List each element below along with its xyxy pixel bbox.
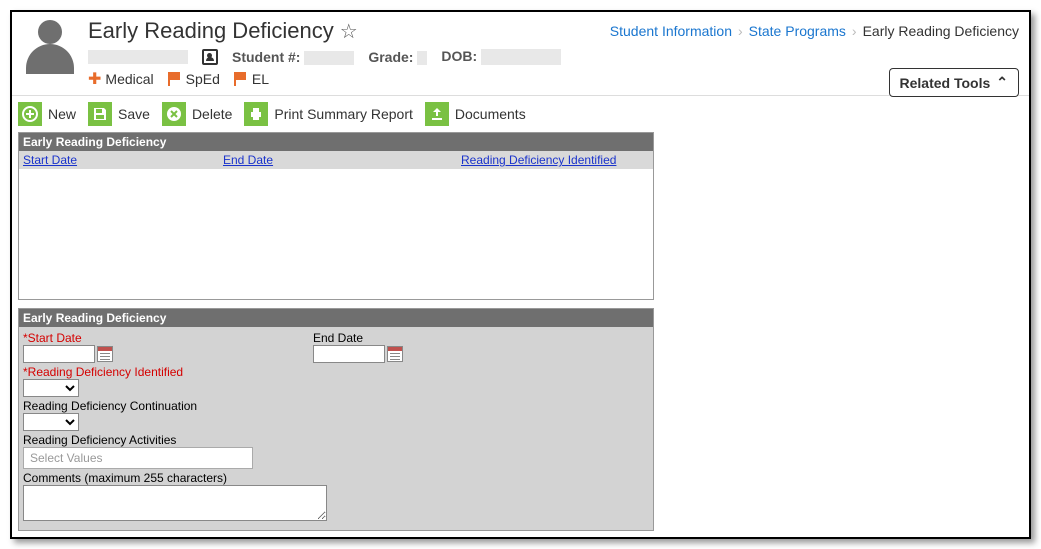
chevron-up-icon: ⌃ bbox=[996, 74, 1008, 91]
field-end-date: End Date bbox=[313, 331, 403, 363]
end-date-input[interactable] bbox=[313, 345, 385, 363]
form-panel: Early Reading Deficiency *Start Date End… bbox=[18, 308, 654, 531]
print-summary-button[interactable]: Print Summary Report bbox=[244, 102, 412, 126]
flag-medical[interactable]: ✚ Medical bbox=[88, 69, 154, 89]
student-info-row: Student #: Grade: DOB: bbox=[88, 48, 1019, 65]
flag-medical-label: Medical bbox=[105, 71, 153, 87]
form-panel-title: Early Reading Deficiency bbox=[19, 309, 653, 327]
page-title-text: Early Reading Deficiency bbox=[88, 18, 334, 44]
field-reading-deficiency-identified: *Reading Deficiency Identified bbox=[23, 365, 649, 397]
flag-icon bbox=[234, 72, 248, 86]
save-button[interactable]: Save bbox=[88, 102, 150, 126]
breadcrumb-current: Early Reading Deficiency bbox=[863, 23, 1019, 39]
documents-label: Documents bbox=[455, 106, 526, 122]
upload-icon bbox=[425, 102, 449, 126]
field-comments: Comments (maximum 255 characters) bbox=[23, 471, 649, 524]
toolbar: New Save Delete Print Summary Report Doc… bbox=[12, 96, 1029, 132]
grade-redacted bbox=[417, 51, 427, 65]
flag-el-label: EL bbox=[252, 71, 269, 87]
delete-icon bbox=[162, 102, 186, 126]
save-label: Save bbox=[118, 106, 150, 122]
avatar bbox=[22, 18, 78, 74]
activities-multiselect[interactable]: Select Values bbox=[23, 447, 253, 469]
col-reading-deficiency-identified[interactable]: Reading Deficiency Identified bbox=[457, 151, 653, 169]
plus-icon bbox=[18, 102, 42, 126]
new-label: New bbox=[48, 106, 76, 122]
save-icon bbox=[88, 102, 112, 126]
continuation-select[interactable] bbox=[23, 413, 79, 431]
continuation-label: Reading Deficiency Continuation bbox=[23, 399, 649, 413]
flag-sped[interactable]: SpEd bbox=[168, 71, 220, 87]
start-date-label: *Start Date bbox=[23, 331, 113, 345]
delete-label: Delete bbox=[192, 106, 232, 122]
grade-label: Grade: bbox=[368, 49, 413, 65]
field-start-date: *Start Date bbox=[23, 331, 113, 363]
dob-redacted bbox=[481, 49, 561, 65]
flag-sped-label: SpEd bbox=[186, 71, 220, 87]
chevron-right-icon: › bbox=[850, 23, 859, 39]
col-start-date[interactable]: Start Date bbox=[19, 151, 219, 169]
flag-icon bbox=[168, 72, 182, 86]
app-frame: Early Reading Deficiency ☆ Student Infor… bbox=[10, 10, 1031, 539]
start-date-input[interactable] bbox=[23, 345, 95, 363]
medical-icon: ✚ bbox=[88, 69, 101, 89]
print-icon bbox=[244, 102, 268, 126]
chevron-right-icon: › bbox=[736, 23, 745, 39]
breadcrumb-state-programs[interactable]: State Programs bbox=[749, 23, 846, 39]
favorite-star-icon[interactable]: ☆ bbox=[340, 19, 358, 44]
new-button[interactable]: New bbox=[18, 102, 76, 126]
list-panel: Early Reading Deficiency Start Date End … bbox=[18, 132, 654, 300]
print-label: Print Summary Report bbox=[274, 106, 412, 122]
activities-label: Reading Deficiency Activities bbox=[23, 433, 649, 447]
rdi-label: *Reading Deficiency Identified bbox=[23, 365, 649, 379]
list-body-empty[interactable] bbox=[19, 169, 653, 299]
list-panel-title: Early Reading Deficiency bbox=[19, 133, 653, 151]
list-column-headers: Start Date End Date Reading Deficiency I… bbox=[19, 151, 653, 169]
calendar-icon[interactable] bbox=[97, 346, 113, 362]
dob-label: DOB: bbox=[441, 48, 477, 64]
field-reading-deficiency-continuation: Reading Deficiency Continuation bbox=[23, 399, 649, 431]
page-title: Early Reading Deficiency ☆ bbox=[88, 18, 358, 44]
student-number-redacted bbox=[304, 51, 354, 65]
related-tools-button[interactable]: Related Tools ⌃ bbox=[889, 68, 1020, 97]
documents-button[interactable]: Documents bbox=[425, 102, 526, 126]
related-tools-label: Related Tools bbox=[900, 75, 991, 91]
rdi-select[interactable] bbox=[23, 379, 79, 397]
delete-button[interactable]: Delete bbox=[162, 102, 232, 126]
field-reading-deficiency-activities: Reading Deficiency Activities Select Val… bbox=[23, 433, 649, 469]
header: Early Reading Deficiency ☆ Student Infor… bbox=[12, 12, 1029, 89]
comments-textarea[interactable] bbox=[23, 485, 327, 521]
col-end-date[interactable]: End Date bbox=[219, 151, 457, 169]
end-date-label: End Date bbox=[313, 331, 403, 345]
student-number-label: Student #: bbox=[232, 49, 300, 65]
student-name-redacted bbox=[88, 50, 188, 64]
id-card-icon[interactable] bbox=[202, 49, 218, 65]
breadcrumb-student-info[interactable]: Student Information bbox=[610, 23, 732, 39]
flag-el[interactable]: EL bbox=[234, 71, 269, 87]
calendar-icon[interactable] bbox=[387, 346, 403, 362]
comments-label: Comments (maximum 255 characters) bbox=[23, 471, 649, 485]
breadcrumb: Student Information › State Programs › E… bbox=[610, 23, 1019, 39]
flags-row: ✚ Medical SpEd EL bbox=[88, 69, 1019, 89]
